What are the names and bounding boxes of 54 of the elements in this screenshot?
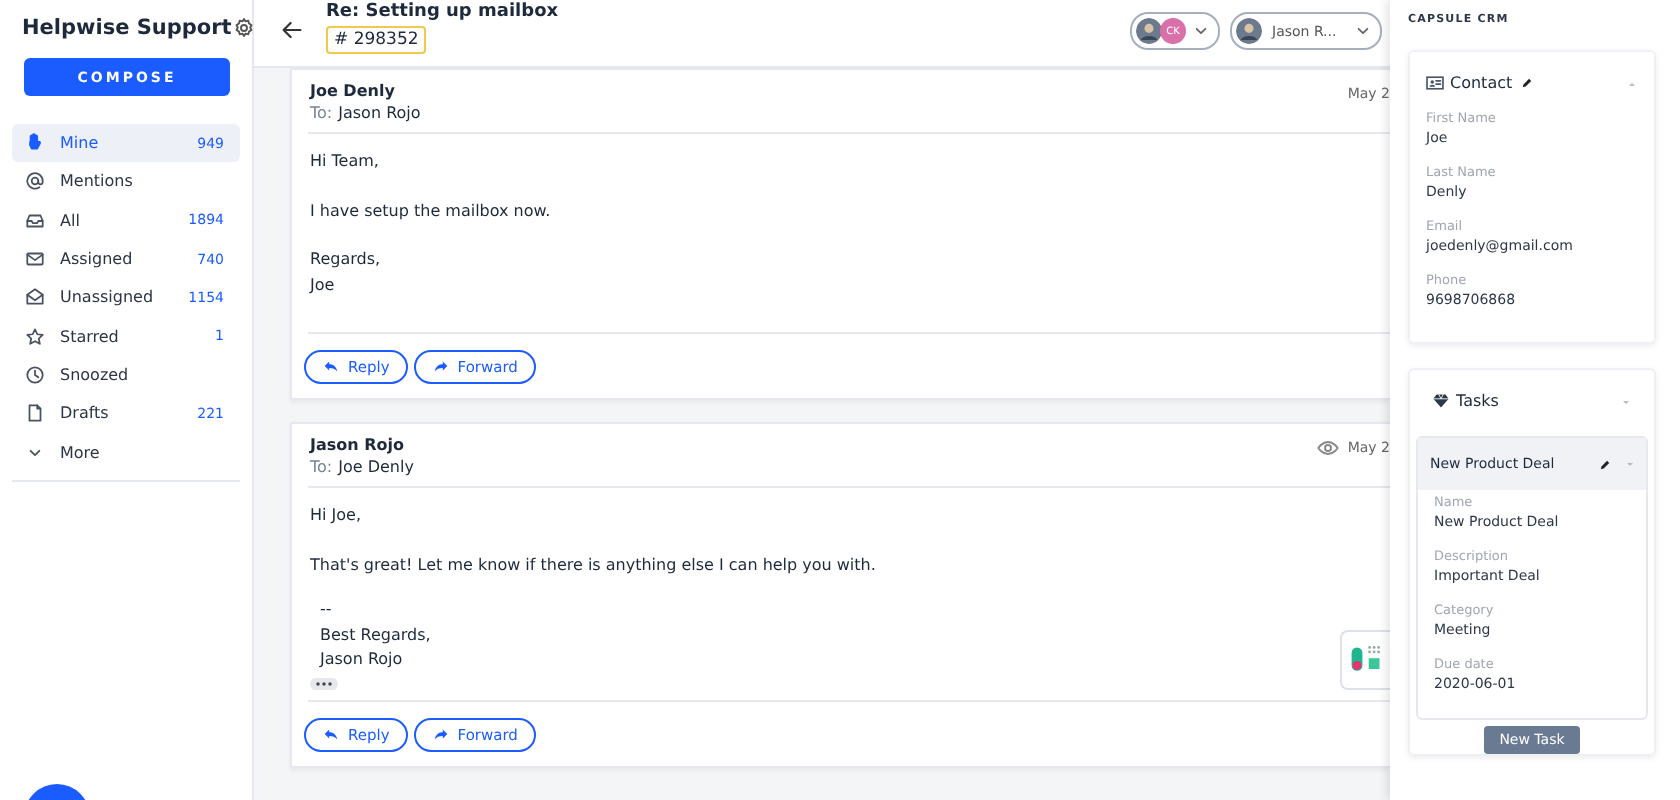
person-avatar-icon <box>1136 18 1162 44</box>
sidebar-item[interactable]: Mentions <box>12 162 240 202</box>
envelope-icon <box>24 248 46 271</box>
conversation-subject: Re: Setting up mailbox <box>326 2 559 22</box>
forward-arrow-icon <box>431 358 450 376</box>
forward-arrow-icon <box>431 725 450 743</box>
sender-name: Jason Rojo <box>310 436 407 454</box>
open-envelope-icon <box>24 286 46 309</box>
message-text: I have setup the mailbox now. <box>310 199 551 224</box>
settings-icon <box>231 16 256 40</box>
recipient-label: To: <box>310 458 333 476</box>
more-dots-icon <box>310 677 338 689</box>
star-icon <box>24 325 46 348</box>
item-label: All <box>60 211 82 230</box>
item-label: More <box>60 443 102 462</box>
item-label: Snoozed <box>60 365 131 384</box>
recipient-name: Joe Denly <box>338 458 414 476</box>
recipient-name: Jason Rojo <box>338 104 421 122</box>
signature-text: -- <box>320 598 332 622</box>
person-avatar-icon <box>1236 18 1262 44</box>
pencil-icon <box>1598 457 1612 471</box>
message-text: That's great! Let me know if there is anything else I can help you with. <box>310 553 876 578</box>
app-widget-button[interactable] <box>1340 630 1390 690</box>
item-label: Assigned <box>60 250 135 269</box>
sidebar-item[interactable]: More <box>12 432 240 472</box>
reply-arrow-icon <box>322 725 340 743</box>
reply-arrow-icon <box>322 358 340 376</box>
section-title: Contact <box>1450 74 1513 92</box>
at-sign-icon <box>24 170 46 193</box>
inbox-icon <box>24 209 46 232</box>
diamond-icon <box>1430 390 1452 412</box>
signature-text: Jason Rojo <box>320 648 403 672</box>
clock-icon <box>24 363 46 386</box>
section-title: Tasks <box>1456 392 1499 410</box>
document-icon <box>24 402 46 425</box>
signature-text: Best Regards, <box>320 623 431 648</box>
message-text: Hi Joe, <box>310 504 361 528</box>
item-label: Drafts <box>60 404 111 423</box>
pencil-icon <box>1520 76 1535 90</box>
message-text: Hi Team, <box>310 150 379 174</box>
recipient-label: To: <box>310 104 333 122</box>
message-text: Joe <box>310 273 335 298</box>
item-label: Mentions <box>60 172 135 191</box>
sender-name: Joe Denly <box>310 82 397 100</box>
hand-icon <box>24 132 46 155</box>
app-title: Helpwise Support <box>22 16 232 40</box>
back-arrow-icon <box>278 16 306 44</box>
item-label: Mine <box>60 134 101 153</box>
contact-card-icon <box>1424 72 1446 94</box>
item-label: Unassigned <box>60 288 156 307</box>
sidebar-item[interactable]: Snoozed <box>12 355 240 395</box>
message-text: Regards, <box>310 248 381 272</box>
ticket-number: # 298352 <box>326 26 427 54</box>
item-label: Starred <box>60 327 121 346</box>
